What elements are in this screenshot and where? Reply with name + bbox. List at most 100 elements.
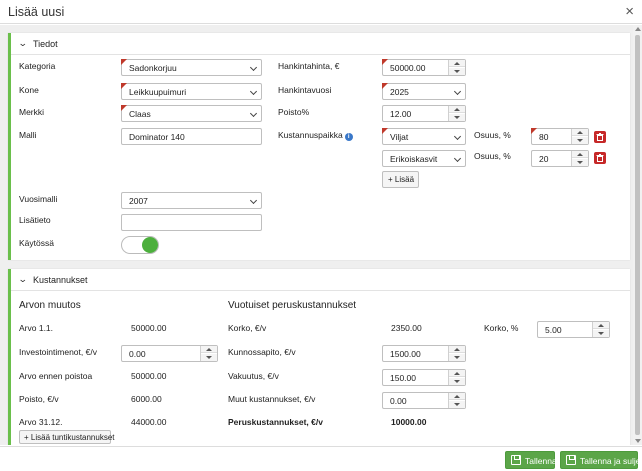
vuosimalli-value: 2007 [129,196,148,206]
spin-down-icon[interactable] [449,378,465,385]
spin-down-icon[interactable] [449,114,465,121]
scrollbar-thumb[interactable] [635,35,640,435]
kustannukset-panel-header[interactable]: ⌄ Kustannukset [11,269,630,291]
hankintahinta-input[interactable]: 50000.00 [382,59,466,76]
korko-ev-value: 2350.00 [391,323,422,333]
hankintavuosi-select[interactable]: 2025 [382,83,466,100]
add-kustannuspaikka-label: + Lisää [388,175,415,184]
kone-select[interactable]: Leikkuupuimuri [121,83,262,100]
arvo-ennen-label: Arvo ennen poistoa [19,371,93,381]
spin-up-icon[interactable] [449,393,465,400]
hankintahinta-label: Hankintahinta, € [278,61,340,71]
lisatieto-label: Lisätieto [19,215,51,225]
hankintavuosi-value: 2025 [390,87,409,97]
trash-icon[interactable] [594,131,606,143]
kunnossapito-input[interactable]: 1500.00 [382,345,466,362]
kustannuspaikka-select-1[interactable]: Viljat [382,128,466,145]
spin-up-icon[interactable] [572,151,588,158]
spinner[interactable] [448,60,465,75]
kaytossa-label: Käytössä [19,238,54,248]
scroll-down-icon[interactable] [635,439,641,443]
info-icon[interactable]: i [344,133,353,141]
tiedot-title: Tiedot [33,39,58,49]
spin-up-icon[interactable] [572,129,588,136]
spinner[interactable] [448,106,465,121]
save-button-label: Tallenna [525,456,557,466]
spinner[interactable] [200,346,217,361]
korko-pct-input[interactable]: 5.00 [537,321,610,338]
malli-value: Dominator 140 [129,132,185,142]
muut-input[interactable]: 0.00 [382,392,466,409]
kaytossa-toggle[interactable] [121,236,159,254]
spinner[interactable] [571,129,588,144]
close-icon[interactable]: × [625,3,634,20]
dialog-footer: Tallenna Tallenna ja sulje [0,446,642,471]
spin-down-icon[interactable] [201,354,217,361]
investointimenot-input[interactable]: 0.00 [121,345,218,362]
spinner[interactable] [592,322,609,337]
tiedot-panel-header[interactable]: ⌄ Tiedot [11,33,630,55]
merkki-select[interactable]: Claas [121,105,262,122]
hankintavuosi-label: Hankintavuosi [278,85,332,95]
spin-down-icon[interactable] [449,68,465,75]
arvon-muutos-title: Arvon muutos [19,300,81,311]
spinner[interactable] [571,151,588,166]
investointimenot-label: Investointimenot, €/v [19,347,97,357]
vuosimalli-label: Vuosimalli [19,194,58,204]
lisatieto-input[interactable] [121,214,262,231]
muut-value: 0.00 [390,396,407,406]
vuotuiset-title: Vuotuiset peruskustannukset [228,300,357,311]
kustannuspaikka-label-text: Kustannuspaikka [278,130,343,140]
osuus-input-2[interactable]: 20 [531,150,589,167]
add-hourly-costs-button[interactable]: + Lisää tuntikustannukset [19,430,115,444]
peruskustannukset-value: 10000.00 [391,417,427,427]
kategoria-label: Kategoria [19,61,56,71]
spin-down-icon[interactable] [572,137,588,144]
save-button[interactable]: Tallenna [505,451,557,469]
spinner[interactable] [448,393,465,408]
malli-input[interactable]: Dominator 140 [121,128,262,145]
save-and-close-button[interactable]: Tallenna ja sulje [560,451,640,469]
chevron-down-icon [453,154,462,163]
spin-up-icon[interactable] [449,346,465,353]
spin-down-icon[interactable] [449,401,465,408]
scroll-up-icon[interactable] [635,27,641,31]
korko-ev-label: Korko, €/v [228,323,267,333]
spin-up-icon[interactable] [201,346,217,353]
spin-down-icon[interactable] [593,330,609,337]
poisto-value: 12.00 [390,109,412,119]
chevron-down-icon [453,132,462,141]
kustannuspaikka-select-2[interactable]: Erikoiskasvit [382,150,466,167]
poisto-ev-value: 6000.00 [131,394,162,404]
spin-up-icon[interactable] [449,106,465,113]
dialog-content: ⌄ Tiedot Kategoria Sadonkorjuu Kone Leik… [0,25,633,445]
kustannukset-panel: ⌄ Kustannukset Arvon muutos Vuotuiset pe… [8,269,630,445]
vuosimalli-select[interactable]: 2007 [121,192,262,209]
spin-down-icon[interactable] [449,354,465,361]
vakuutus-input[interactable]: 150.00 [382,369,466,386]
vertical-scrollbar[interactable] [633,25,642,445]
spinner[interactable] [448,346,465,361]
chevron-down-icon[interactable]: ⌄ [18,38,28,49]
spin-up-icon[interactable] [449,60,465,67]
chevron-down-icon [453,87,462,96]
kategoria-select[interactable]: Sadonkorjuu [121,59,262,76]
poisto-input[interactable]: 12.00 [382,105,466,122]
add-hourly-costs-label: + Lisää tuntikustannukset [24,433,115,442]
hankintahinta-value: 50000.00 [390,63,426,73]
dialog-titlebar: Lisää uusi × [0,0,642,24]
kustannuspaikka-value-1: Viljat [390,132,409,142]
spin-down-icon[interactable] [572,159,588,166]
merkki-value: Claas [129,109,151,119]
poisto-label: Poisto% [278,107,310,117]
chevron-down-icon[interactable]: ⌄ [18,274,28,285]
save-icon [511,455,521,465]
osuus-label-1: Osuus, % [474,130,511,140]
spin-up-icon[interactable] [449,370,465,377]
osuus-input-1[interactable]: 80 [531,128,589,145]
spinner[interactable] [448,370,465,385]
spin-up-icon[interactable] [593,322,609,329]
trash-icon[interactable] [594,152,606,164]
add-kustannuspaikka-button[interactable]: + Lisää [382,171,419,188]
vakuutus-label: Vakuutus, €/v [228,371,279,381]
